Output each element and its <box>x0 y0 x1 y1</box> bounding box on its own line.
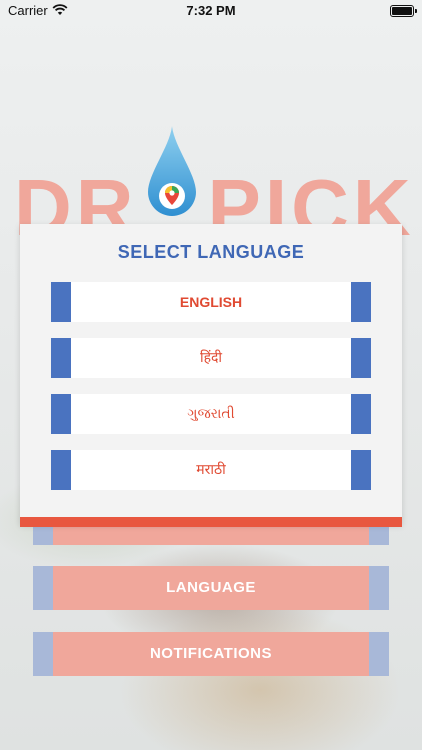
clock: 7:32 PM <box>186 3 236 18</box>
notifications-button-label: NOTIFICATIONS <box>149 645 273 662</box>
language-button[interactable]: LANGUAGE <box>33 566 389 610</box>
language-button-label: LANGUAGE <box>166 579 256 596</box>
select-language-dialog: SELECT LANGUAGE ENGLISH हिंदी ગુજરાતી मर… <box>20 224 402 524</box>
partially-hidden-menu-button <box>33 527 389 545</box>
language-option-marathi[interactable]: मराठी <box>51 450 371 490</box>
language-option-english[interactable]: ENGLISH <box>51 282 371 322</box>
language-option-label: ENGLISH <box>179 294 243 310</box>
language-option-label: मराठी <box>196 462 226 478</box>
battery-icon <box>390 5 417 17</box>
status-bar: Carrier 7:32 PM <box>0 0 422 22</box>
dialog-bottom-bar <box>20 517 402 527</box>
dialog-title: SELECT LANGUAGE <box>117 242 305 262</box>
language-option-label: हिंदी <box>199 350 223 366</box>
language-option-label: ગુજરાતી <box>187 406 235 422</box>
language-option-hindi[interactable]: हिंदी <box>51 338 371 378</box>
notifications-button[interactable]: NOTIFICATIONS <box>33 632 389 676</box>
water-drop-pin-icon <box>148 126 196 216</box>
language-option-gujarati[interactable]: ગુજરાતી <box>51 394 371 434</box>
